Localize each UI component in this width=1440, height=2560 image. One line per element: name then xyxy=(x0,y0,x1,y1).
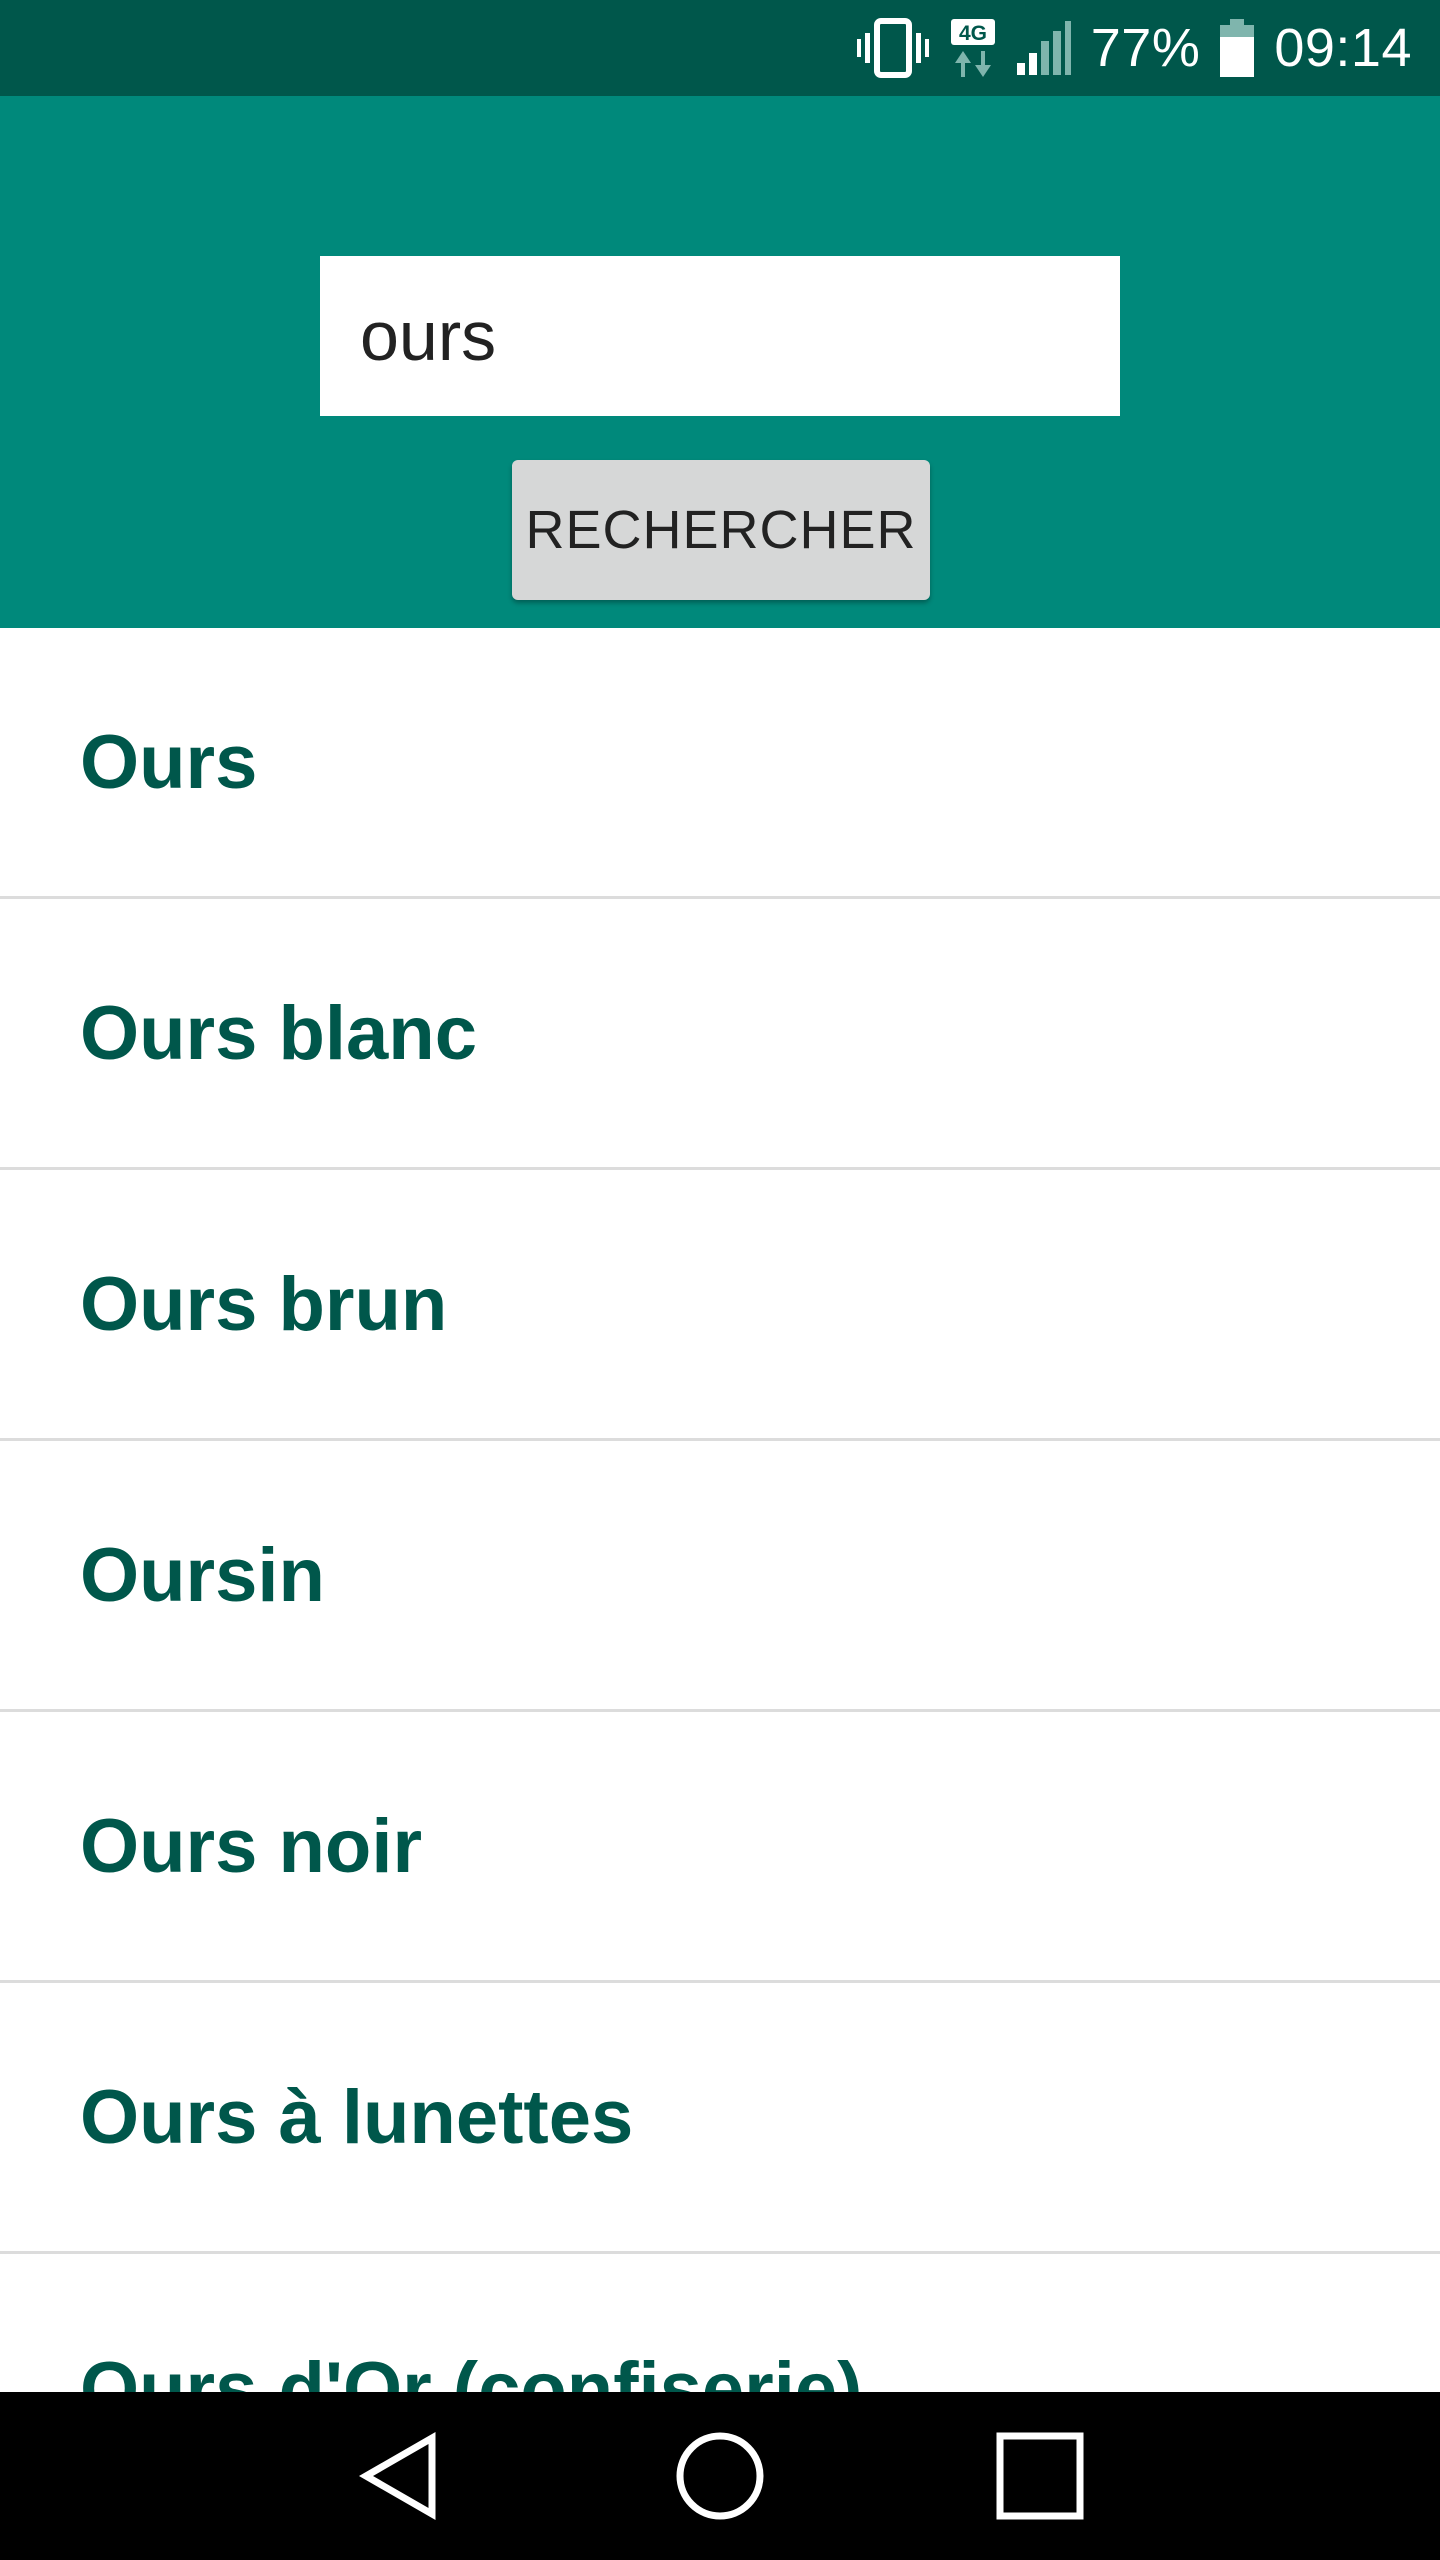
list-item[interactable]: Ours xyxy=(0,628,1440,899)
search-input[interactable] xyxy=(320,256,1120,416)
list-item[interactable]: Ours d'Or (confiserie) xyxy=(0,2254,1440,2392)
list-item[interactable]: Ours blanc xyxy=(0,899,1440,1170)
list-item-label: Ours blanc xyxy=(80,990,477,1076)
list-item-label: Ours d'Or (confiserie) xyxy=(80,2347,863,2392)
home-icon[interactable] xyxy=(650,2406,790,2546)
navigation-bar xyxy=(0,2392,1440,2560)
list-item-label: Ours à lunettes xyxy=(80,2074,634,2160)
battery-percent: 77% xyxy=(1090,18,1201,78)
list-item-label: Ours noir xyxy=(80,1803,423,1889)
search-button[interactable]: RECHERCHER xyxy=(512,460,930,600)
list-item[interactable]: Ours noir xyxy=(0,1712,1440,1983)
search-header: RECHERCHER xyxy=(0,96,1440,628)
list-item-label: Ours xyxy=(80,719,258,805)
list-item-label: Oursin xyxy=(80,1532,325,1618)
list-item[interactable]: Ours brun xyxy=(0,1170,1440,1441)
app-screen: 4G 77% 09:14 RECHERCHER xyxy=(0,0,1440,2560)
list-item-label: Ours brun xyxy=(80,1261,448,1347)
recents-icon[interactable] xyxy=(970,2406,1110,2546)
signal-icon xyxy=(1015,19,1073,77)
back-icon[interactable] xyxy=(330,2406,470,2546)
list-item[interactable]: Oursin xyxy=(0,1441,1440,1712)
network-label: 4G xyxy=(959,22,987,45)
list-item[interactable]: Ours à lunettes xyxy=(0,1983,1440,2254)
clock-time: 09:14 xyxy=(1274,18,1412,78)
battery-icon xyxy=(1218,17,1256,79)
vibrate-icon xyxy=(855,17,931,79)
status-bar: 4G 77% 09:14 xyxy=(0,0,1440,96)
results-list: Ours Ours blanc Ours brun Oursin Ours no… xyxy=(0,628,1440,2392)
network-4g-icon: 4G xyxy=(949,17,997,79)
